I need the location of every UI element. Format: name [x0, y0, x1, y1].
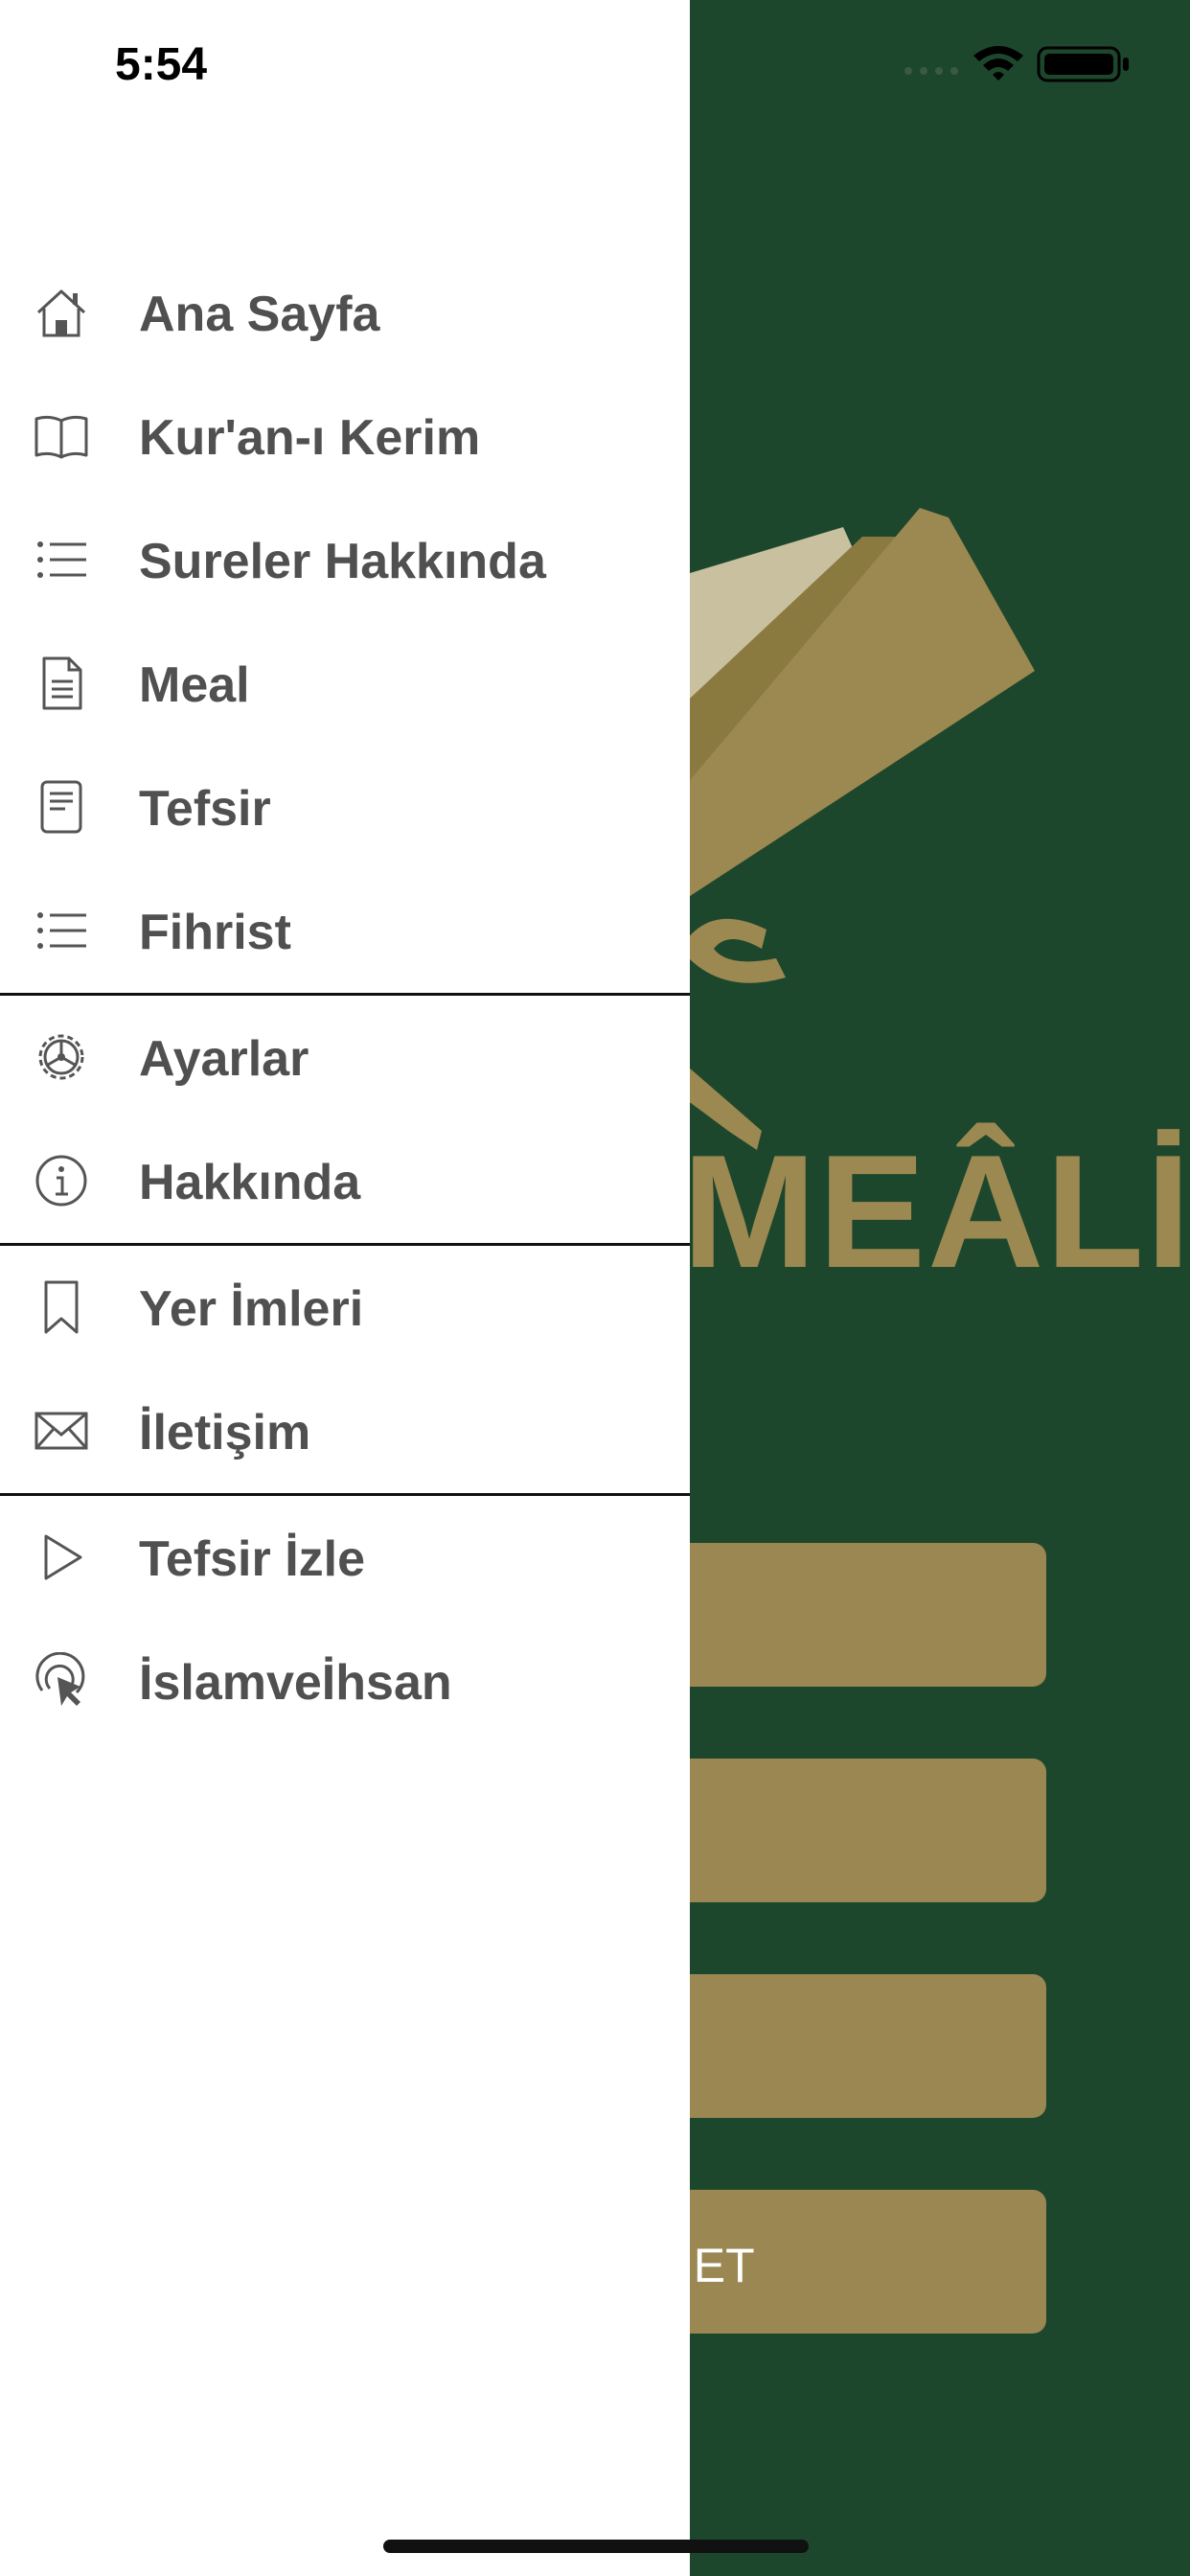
menu-item-label: İletişim — [139, 1405, 311, 1460]
menu-item-label: Hakkında — [139, 1155, 361, 1210]
battery-icon — [1037, 46, 1129, 82]
menu-item-yer-imleri[interactable]: Yer İmleri — [0, 1246, 690, 1369]
menu-item-meal[interactable]: Meal — [0, 622, 690, 746]
menu-item-label: Yer İmleri — [139, 1281, 364, 1337]
play-icon — [31, 1527, 92, 1588]
list-icon — [31, 529, 92, 590]
menu-item-label: Ayarlar — [139, 1031, 309, 1087]
menu-item-ana-sayfa[interactable]: Ana Sayfa — [0, 251, 690, 375]
navigation-drawer: 5:54 Ana Sayfa Kur'an-ı Kerim Sureler Ha… — [0, 0, 690, 2576]
document-icon — [31, 653, 92, 714]
drawer-menu: Ana Sayfa Kur'an-ı Kerim Sureler Hakkınd… — [0, 251, 690, 1743]
menu-item-label: Kur'an-ı Kerim — [139, 410, 481, 466]
book-icon — [31, 405, 92, 467]
menu-item-label: Tefsir — [139, 781, 271, 837]
menu-item-label: Tefsir İzle — [139, 1531, 366, 1587]
home-icon — [31, 282, 92, 343]
menu-item-label: Sureler Hakkında — [139, 534, 546, 589]
menu-item-iletisim[interactable]: İletişim — [0, 1369, 690, 1493]
wifi-icon — [973, 46, 1023, 80]
home-indicator — [383, 2540, 809, 2553]
menu-item-label: Meal — [139, 657, 250, 713]
page-icon — [31, 776, 92, 838]
menu-item-ayarlar[interactable]: Ayarlar — [0, 996, 690, 1119]
menu-item-kuran-i-kerim[interactable]: Kur'an-ı Kerim — [0, 375, 690, 498]
menu-item-label: Fihrist — [139, 905, 291, 960]
menu-item-sureler-hakkinda[interactable]: Sureler Hakkında — [0, 498, 690, 622]
menu-item-fihrist[interactable]: Fihrist — [0, 869, 690, 993]
gear-icon — [31, 1026, 92, 1088]
status-icons — [904, 46, 1129, 82]
menu-item-tefsir-izle[interactable]: Tefsir İzle — [0, 1496, 690, 1620]
menu-item-islamveihsan[interactable]: İslamveİhsan — [0, 1620, 690, 1743]
menu-item-hakkinda[interactable]: Hakkında — [0, 1119, 690, 1243]
bookmark-icon — [31, 1276, 92, 1338]
list-icon — [31, 900, 92, 961]
mail-icon — [31, 1400, 92, 1461]
tap-icon — [31, 1650, 92, 1712]
status-time: 5:54 — [115, 39, 208, 90]
logo-text: MEÂLİ — [682, 1121, 1190, 1301]
menu-item-label: Ana Sayfa — [139, 287, 380, 342]
menu-item-tefsir[interactable]: Tefsir — [0, 746, 690, 869]
info-icon — [31, 1150, 92, 1211]
menu-item-label: İslamveİhsan — [139, 1655, 452, 1711]
